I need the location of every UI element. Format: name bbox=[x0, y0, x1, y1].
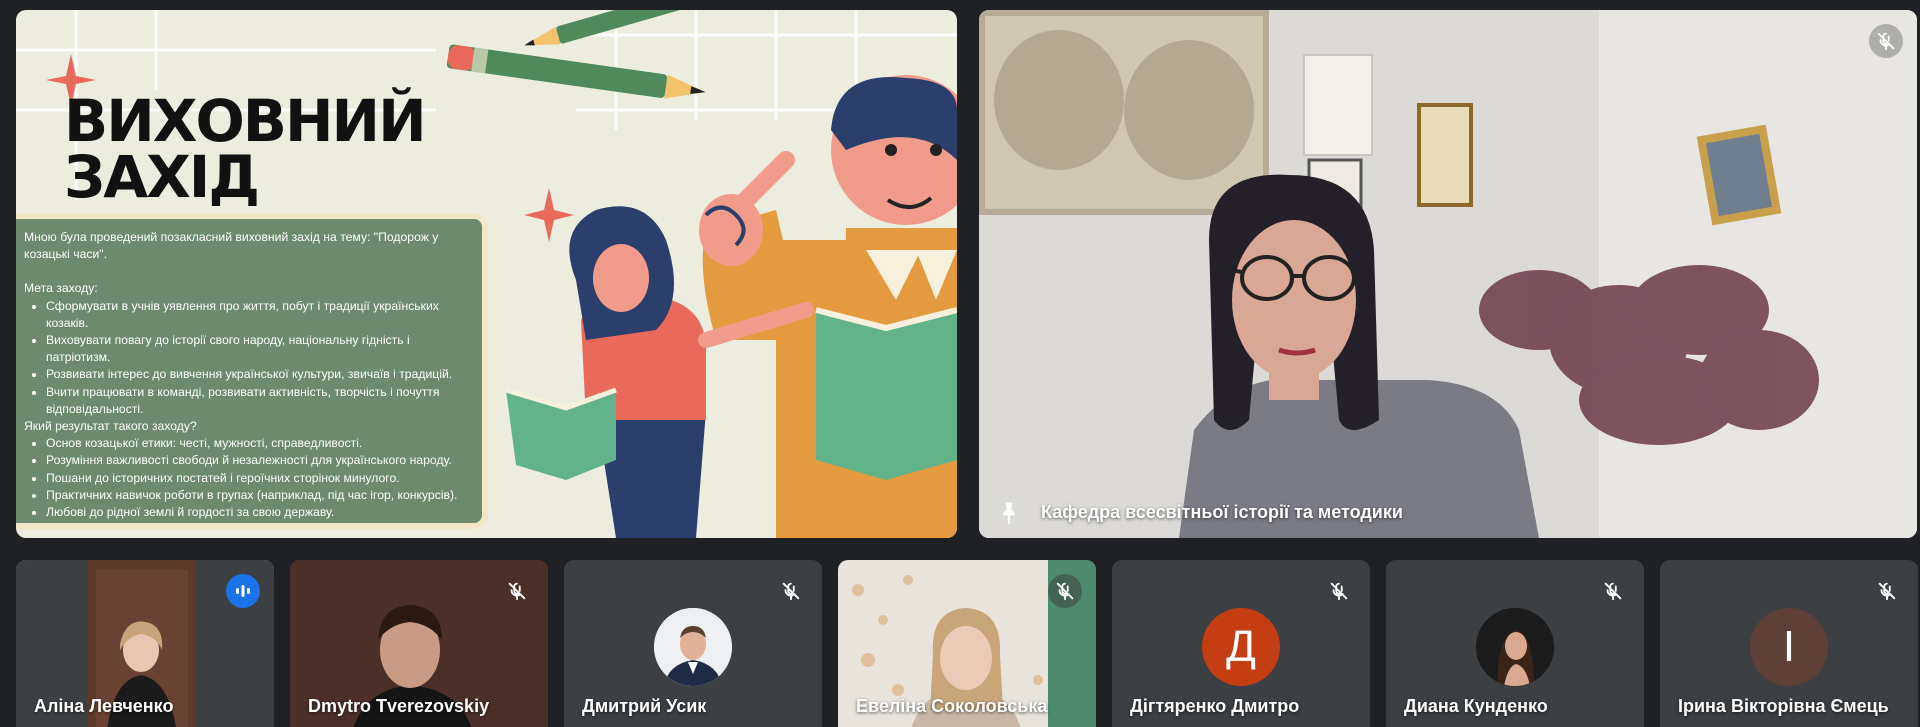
participant-tile[interactable]: Dmytro Tverezovskiy bbox=[290, 560, 548, 727]
participant-strip: Аліна Левченко Dmytro Tverezovskiy Дмитр… bbox=[16, 560, 1920, 727]
mic-off-icon bbox=[1870, 574, 1904, 608]
participant-tile[interactable]: Диана Кунденко bbox=[1386, 560, 1644, 727]
mic-off-icon bbox=[1048, 574, 1082, 608]
camera-video bbox=[979, 10, 1917, 538]
participant-name: Дмитрий Усик bbox=[582, 696, 707, 716]
participant-tile[interactable]: І Ірина Вікторівна Ємець bbox=[1660, 560, 1918, 727]
slide-title-line1: ВИХОВНИЙ bbox=[64, 87, 427, 155]
result-item: Основ козацької етики: честі, мужності, … bbox=[46, 435, 474, 452]
avatar bbox=[654, 608, 732, 686]
goal-list: Сформувати в учнів уявлення про життя, п… bbox=[46, 298, 474, 418]
goal-item: Сформувати в учнів уявлення про життя, п… bbox=[46, 298, 474, 332]
participant-tile[interactable]: Д Дігтяренко Дмитро bbox=[1112, 560, 1370, 727]
participant-name: Ірина Вікторівна Ємець bbox=[1678, 696, 1889, 716]
result-item: Розуміння важливості свободи й незалежно… bbox=[46, 452, 474, 469]
goal-heading: Мета заходу: bbox=[24, 281, 98, 296]
slide-text-panel: Мною була проведений позакласний виховни… bbox=[16, 213, 488, 529]
result-heading: Який результат такого заходу? bbox=[24, 419, 197, 434]
goal-item: Вчити працювати в команді, розвивати акт… bbox=[46, 384, 474, 418]
participant-name: Dmytro Tverezovskiy bbox=[308, 696, 490, 716]
participant-tile[interactable]: Дмитрий Усик bbox=[564, 560, 822, 727]
speaking-indicator-icon bbox=[226, 574, 260, 608]
result-item: Практичних навичок роботи в групах (напр… bbox=[46, 487, 474, 504]
camera-participant-name: Кафедра всесвітньої історії та методики bbox=[1041, 502, 1403, 522]
result-list: Основ козацької етики: честі, мужності, … bbox=[46, 435, 474, 521]
avatar-letter: Д bbox=[1202, 608, 1280, 686]
participant-tile[interactable]: Евеліна Соколовська bbox=[838, 560, 1096, 727]
participant-name: Аліна Левченко bbox=[34, 696, 174, 716]
mic-off-icon bbox=[500, 574, 534, 608]
avatar bbox=[1476, 608, 1554, 686]
slide-intro: Мною була проведений позакласний виховни… bbox=[24, 230, 439, 262]
participant-tile[interactable]: Аліна Левченко bbox=[16, 560, 274, 727]
presentation-tile[interactable]: ВИХОВНИЙ ЗАХІД Мною була проведений поза… bbox=[16, 10, 957, 538]
mic-off-icon bbox=[774, 574, 808, 608]
result-item: Любові до рідної землі й гордості за сво… bbox=[46, 504, 474, 521]
participant-name: Дігтяренко Дмитро bbox=[1130, 696, 1300, 716]
slide-title-line2: ЗАХІД bbox=[64, 143, 260, 211]
goal-item: Розвивати інтерес до вивчення українсько… bbox=[46, 366, 474, 383]
goal-item: Виховувати повагу до історії свого народ… bbox=[46, 332, 474, 366]
slide-title: ВИХОВНИЙ ЗАХІД bbox=[64, 87, 427, 211]
participant-name: Диана Кунденко bbox=[1404, 696, 1548, 716]
avatar-letter: І bbox=[1750, 608, 1828, 686]
participant-name: Евеліна Соколовська bbox=[856, 696, 1048, 716]
pin-icon[interactable] bbox=[995, 498, 1023, 528]
mic-off-icon bbox=[1869, 24, 1903, 58]
camera-tile[interactable]: Кафедра всесвітньої історії та методики bbox=[979, 10, 1917, 538]
mic-off-icon bbox=[1322, 574, 1356, 608]
mic-off-icon bbox=[1596, 574, 1630, 608]
result-item: Пошани до історичних постатей і героїчни… bbox=[46, 470, 474, 487]
